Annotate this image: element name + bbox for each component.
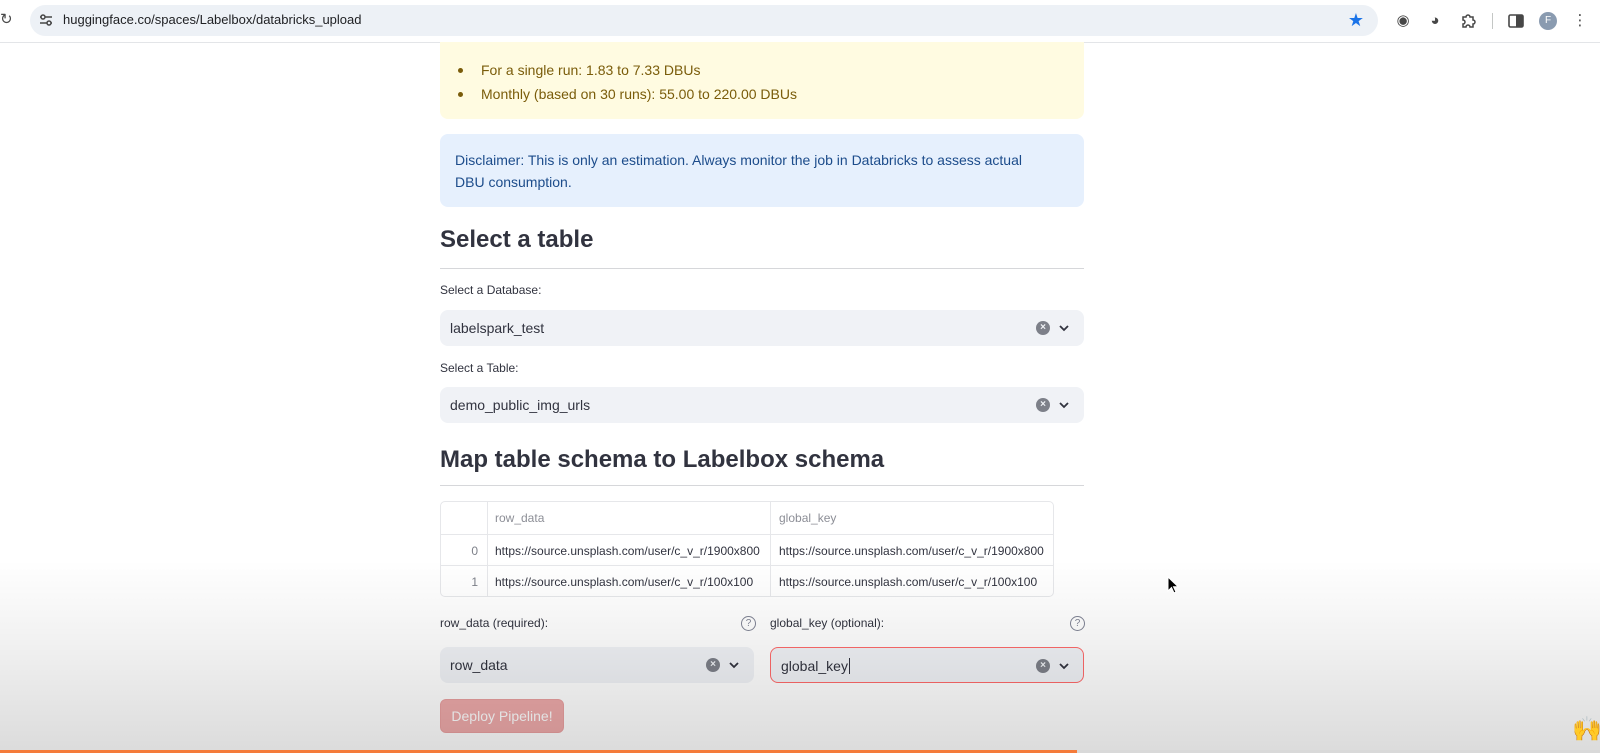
help-icon[interactable]: ? xyxy=(741,616,756,631)
database-select[interactable]: labelspark_test × xyxy=(440,310,1084,346)
table-row[interactable]: 0 https://source.unsplash.com/user/c_v_r… xyxy=(441,534,1053,567)
toolbar-separator xyxy=(1492,13,1493,29)
clear-icon[interactable]: × xyxy=(1036,321,1050,335)
database-select-value: labelspark_test xyxy=(450,320,545,336)
clear-icon[interactable]: × xyxy=(706,658,720,672)
row-data-select-label: row_data (required): xyxy=(440,616,549,630)
table-cell[interactable]: https://source.unsplash.com/user/c_v_r/1… xyxy=(488,566,771,596)
table-cell[interactable]: https://source.unsplash.com/user/c_v_r/1… xyxy=(488,535,771,567)
row-index: 1 xyxy=(441,566,488,596)
row-index: 0 xyxy=(441,535,488,567)
schema-preview-table[interactable]: row_data global_key 0 https://source.uns… xyxy=(440,501,1054,597)
global-key-select-value[interactable]: global_key xyxy=(781,657,850,675)
profile-avatar[interactable]: F xyxy=(1539,12,1557,30)
disclaimer-callout: Disclaimer: This is only an estimation. … xyxy=(440,134,1084,207)
table-cell[interactable]: https://source.unsplash.com/user/c_v_r/1… xyxy=(771,535,1053,567)
cost-estimate-callout: For a single run: 1.83 to 7.33 DBUs Mont… xyxy=(440,42,1084,119)
address-bar[interactable]: huggingface.co/spaces/Labelbox/databrick… xyxy=(30,5,1378,36)
site-info-icon[interactable] xyxy=(38,12,54,28)
url-text[interactable]: huggingface.co/spaces/Labelbox/databrick… xyxy=(63,12,362,28)
table-row[interactable]: 1 https://source.unsplash.com/user/c_v_r… xyxy=(441,565,1053,596)
disclaimer-text: Disclaimer: This is only an estimation. … xyxy=(455,152,1022,190)
divider xyxy=(440,268,1084,269)
browser-menu-icon[interactable]: ⋮ xyxy=(1570,11,1590,31)
table-select[interactable]: demo_public_img_urls × xyxy=(440,387,1084,423)
schema-mapping-heading: Map table schema to Labelbox schema xyxy=(440,446,885,473)
side-panel-icon[interactable] xyxy=(1506,11,1526,31)
database-select-label: Select a Database: xyxy=(440,283,542,297)
chevron-down-icon[interactable] xyxy=(1058,660,1070,672)
clear-icon[interactable]: × xyxy=(1036,398,1050,412)
extension-record-icon[interactable]: ◉ xyxy=(1393,11,1413,31)
chevron-down-icon[interactable] xyxy=(728,659,740,671)
bookmark-star-icon[interactable]: ★ xyxy=(1348,10,1364,30)
help-icon[interactable]: ? xyxy=(1070,616,1085,631)
list-item: Monthly (based on 30 runs): 55.00 to 220… xyxy=(456,82,797,106)
text-caret xyxy=(848,658,850,674)
divider xyxy=(440,485,1084,486)
browser-toolbar: ↻ huggingface.co/spaces/Labelbox/databri… xyxy=(0,0,1600,43)
reload-icon[interactable]: ↻ xyxy=(0,12,14,28)
column-header[interactable]: global_key xyxy=(771,502,1053,534)
list-item: For a single run: 1.83 to 7.33 DBUs xyxy=(456,58,797,82)
raising-hands-emoji: 🙌 xyxy=(1572,716,1600,743)
table-select-label: Select a Table: xyxy=(440,361,519,375)
global-key-select[interactable]: global_key × xyxy=(770,647,1084,683)
table-cell[interactable]: https://source.unsplash.com/user/c_v_r/1… xyxy=(771,566,1053,596)
chevron-down-icon[interactable] xyxy=(1058,399,1070,411)
global-key-input-text[interactable]: global_key xyxy=(781,658,848,674)
column-header[interactable]: row_data xyxy=(488,502,771,534)
row-data-select[interactable]: row_data × xyxy=(440,647,754,683)
table-header-row: row_data global_key xyxy=(441,502,1053,534)
mouse-cursor-icon xyxy=(1167,576,1179,594)
deploy-pipeline-button[interactable]: Deploy Pipeline! xyxy=(440,699,564,733)
global-key-select-label: global_key (optional): xyxy=(770,616,885,630)
table-select-value: demo_public_img_urls xyxy=(450,397,591,413)
extensions-puzzle-icon[interactable] xyxy=(1458,11,1478,31)
select-table-heading: Select a table xyxy=(440,226,594,253)
index-header-cell xyxy=(441,502,488,534)
clear-icon[interactable]: × xyxy=(1036,659,1050,673)
chevron-down-icon[interactable] xyxy=(1058,322,1070,334)
extension-profile-icon[interactable]: ◕ xyxy=(1425,11,1445,31)
cost-estimate-list: For a single run: 1.83 to 7.33 DBUs Mont… xyxy=(456,58,797,106)
row-data-select-value: row_data xyxy=(450,657,508,673)
